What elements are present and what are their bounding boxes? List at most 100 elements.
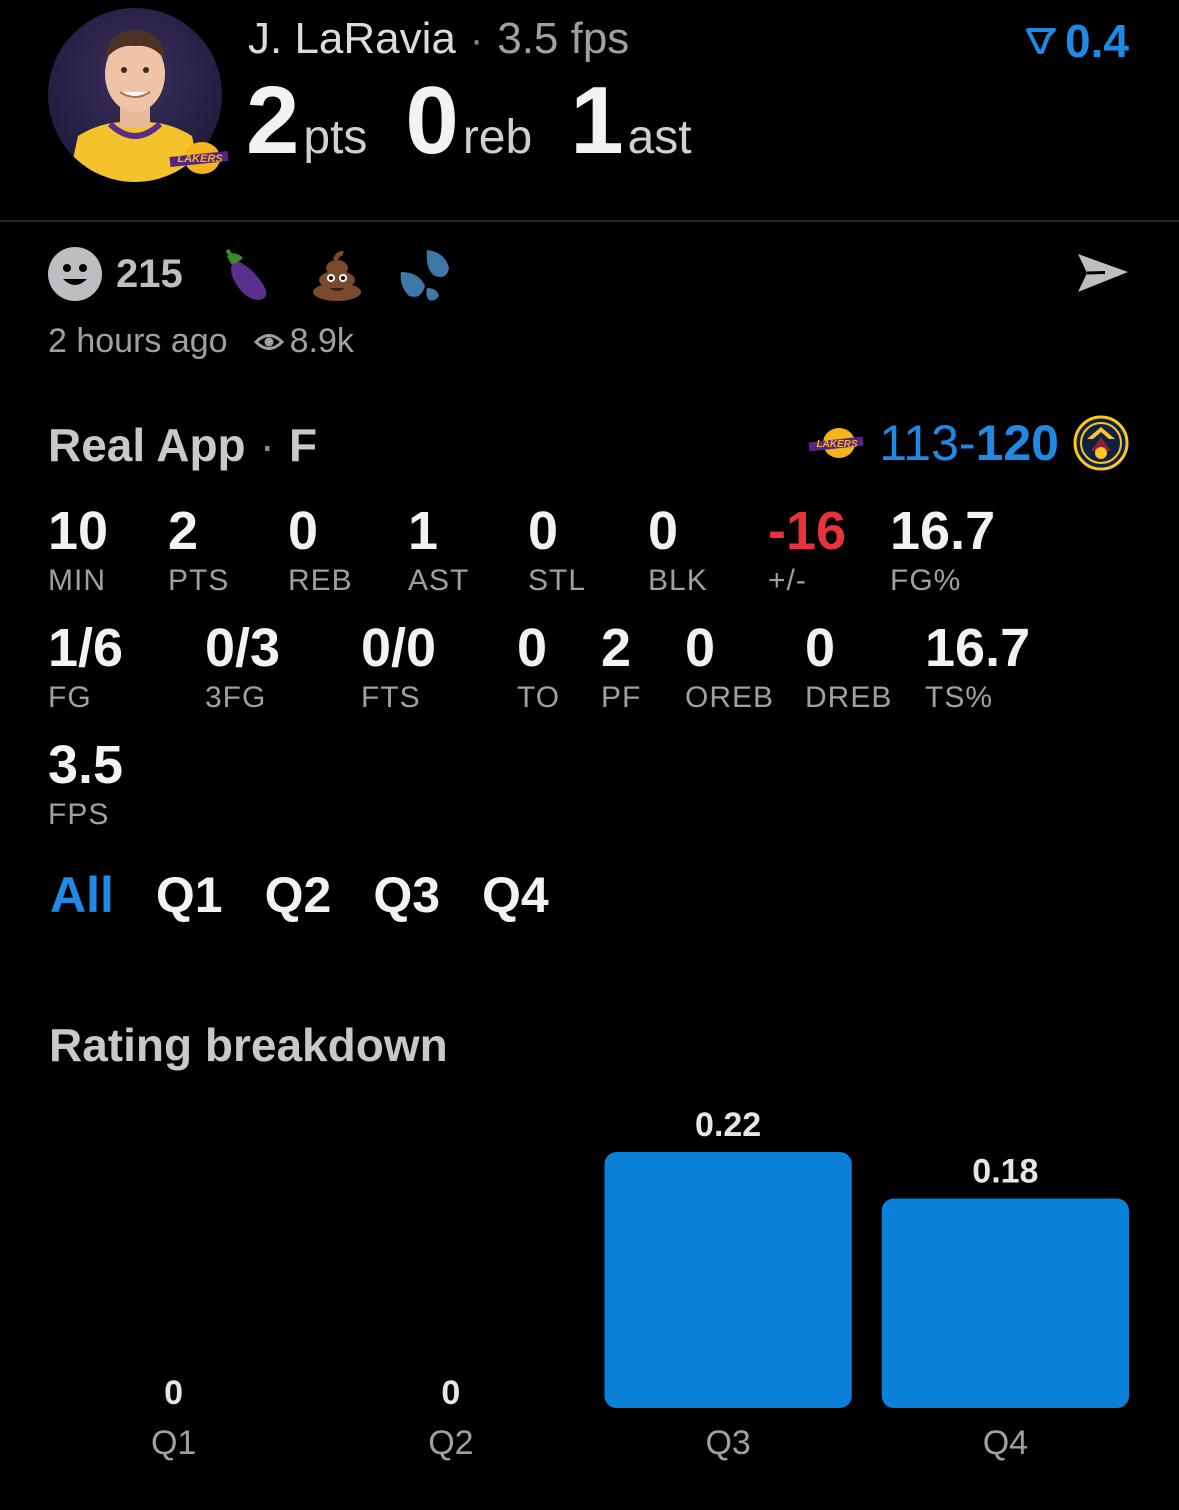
stat-label: DREB <box>805 681 893 714</box>
score-separator: - <box>958 415 976 471</box>
stat-label: STL <box>528 564 587 597</box>
stat-pf: 2 PF <box>601 619 641 715</box>
chart-value-label: 0 <box>164 1374 183 1412</box>
stat-label: BLK <box>648 564 708 597</box>
rebounds-value: 0 <box>405 67 458 174</box>
period-tabs: All Q1 Q2 Q3 Q4 <box>50 866 549 924</box>
tab-q4[interactable]: Q4 <box>482 866 549 924</box>
stat-value: 1/6 <box>48 618 124 678</box>
chart-category-label: Q3 <box>705 1424 750 1462</box>
chart-bar-q4[interactable] <box>881 1198 1129 1408</box>
away-score: 113 <box>879 415 959 471</box>
reaction-count: 215 <box>116 251 183 296</box>
add-reaction-icon[interactable] <box>48 247 102 301</box>
lakers-logo-icon: LAKERS <box>169 142 229 174</box>
stat-ts-pct: 16.7 TS% <box>925 619 1030 715</box>
chart-title: Rating breakdown <box>49 1019 448 1071</box>
stat-value: 0 <box>685 618 716 678</box>
stat-value: 16.7 <box>925 618 1031 678</box>
chart-value-label: 0.22 <box>695 1106 761 1144</box>
assists-value: 1 <box>570 67 623 174</box>
stat-value: 2 <box>168 501 199 561</box>
stat-value: 0/0 <box>361 618 437 678</box>
stat-label: MIN <box>48 564 106 597</box>
stat-value: 3.5 <box>48 735 124 795</box>
tab-all[interactable]: All <box>50 866 114 924</box>
view-count: 8.9k <box>289 322 354 360</box>
player-name-line: J. LaRavia · 3.5 fps <box>248 14 629 64</box>
player-rating[interactable]: 0.4 <box>1025 14 1129 68</box>
sweat-droplets-icon[interactable] <box>397 246 453 302</box>
stat-label: TS% <box>925 681 994 714</box>
stat-dreb: 0 DREB <box>805 619 892 715</box>
stat-label: PF <box>601 681 642 714</box>
eggplant-icon[interactable] <box>221 246 277 302</box>
score-text: 113-120 <box>879 414 1059 472</box>
separator-dot: · <box>469 18 484 62</box>
stat-plus-minus: -16 +/- <box>768 502 846 598</box>
stat-label: REB <box>288 564 353 597</box>
tab-q3[interactable]: Q3 <box>373 866 440 924</box>
chart-category-label: Q4 <box>983 1424 1028 1462</box>
stat-pts: 2 PTS <box>168 502 229 598</box>
stat-label: FTS <box>361 681 421 714</box>
rebounds-unit: reb <box>462 111 533 164</box>
game-status: F <box>288 419 318 471</box>
stat-value: 0 <box>517 618 548 678</box>
stat-value: 0 <box>805 618 836 678</box>
stat-fg-pct: 16.7 FG% <box>890 502 995 598</box>
stat-label: 3FG <box>205 681 267 714</box>
stat-value: -16 <box>768 501 847 561</box>
stat-reb: 0 REB <box>288 502 353 598</box>
stat-to: 0 TO <box>517 619 560 715</box>
stat-fg: 1/6 FG <box>48 619 123 715</box>
chart-value-label: 0.18 <box>972 1153 1038 1191</box>
stat-value: 10 <box>48 501 109 561</box>
points-unit: pts <box>303 111 368 164</box>
post-meta: 2 hours ago 8.9k <box>48 322 354 361</box>
stat-3fg: 0/3 3FG <box>205 619 280 715</box>
stat-value: 2 <box>601 618 632 678</box>
stat-value: 1 <box>408 501 439 561</box>
player-name[interactable]: J. LaRavia <box>248 14 456 63</box>
team-badge: LAKERS <box>168 138 232 178</box>
separator-dot: · <box>259 419 275 471</box>
tab-q2[interactable]: Q2 <box>265 866 332 924</box>
headline-stats: 2 pts 0 reb 1 ast <box>246 66 730 176</box>
stat-blk: 0 BLK <box>648 502 708 598</box>
game-score[interactable]: LAKERS 113-120 <box>807 414 1129 472</box>
game-source: Real App · F <box>48 418 317 472</box>
rating-logo-icon <box>1026 28 1057 54</box>
player-fps: 3.5 fps <box>497 14 630 63</box>
stat-value: 0 <box>288 501 319 561</box>
rating-value: 0.4 <box>1065 15 1129 67</box>
time-ago: 2 hours ago <box>48 322 228 360</box>
stat-label: FG% <box>890 564 962 597</box>
poop-icon[interactable] <box>309 246 365 302</box>
chart-bar-q3[interactable] <box>604 1152 852 1408</box>
rating-breakdown-chart: 0 Q1 0 Q2 0.22 Q3 0.18 Q4 <box>151 1106 1129 1462</box>
chart-category-label: Q1 <box>151 1424 196 1462</box>
stat-label: OREB <box>685 681 775 714</box>
views: 8.9k <box>253 322 354 361</box>
home-score: 120 <box>975 415 1059 471</box>
stat-fps: 3.5 FPS <box>48 736 123 832</box>
stat-label: TO <box>517 681 561 714</box>
stat-value: 16.7 <box>890 501 996 561</box>
stat-ast: 1 AST <box>408 502 469 598</box>
stat-fts: 0/0 FTS <box>361 619 436 715</box>
stat-label: FG <box>48 681 92 714</box>
stat-value: 0/3 <box>205 618 281 678</box>
stat-value: 0 <box>528 501 559 561</box>
stat-label: AST <box>408 564 470 597</box>
chart-category-label: Q2 <box>428 1424 473 1462</box>
stat-label: FPS <box>48 798 110 831</box>
tab-q1[interactable]: Q1 <box>156 866 223 924</box>
source-name: Real App <box>48 419 246 471</box>
eye-icon <box>253 333 284 350</box>
share-icon[interactable] <box>1075 248 1131 298</box>
stat-value: 0 <box>648 501 679 561</box>
lakers-logo-icon: LAKERS <box>808 428 864 458</box>
stat-oreb: 0 OREB <box>685 619 774 715</box>
away-team-logo-text: LAKERS <box>817 439 858 450</box>
